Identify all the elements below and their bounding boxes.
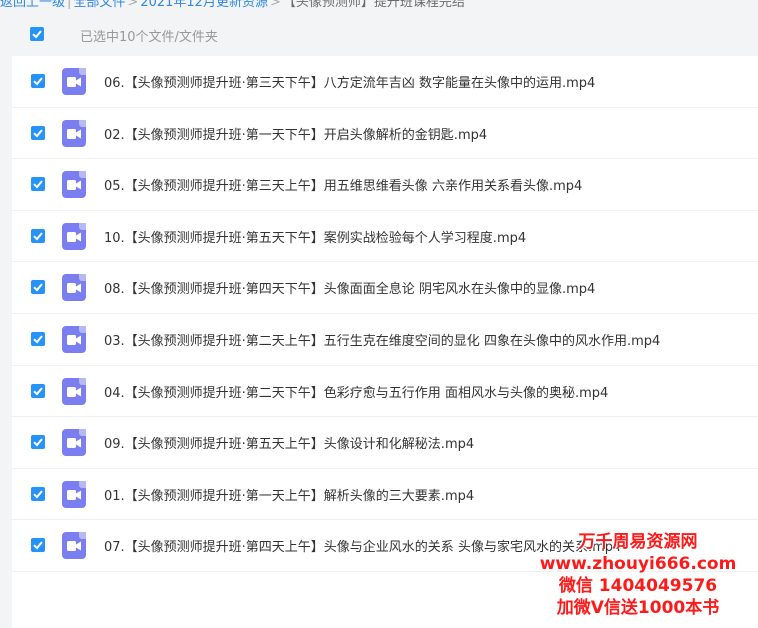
checkmark-icon	[33, 386, 43, 396]
checkmark-icon	[33, 283, 43, 292]
video-file-icon	[62, 429, 86, 457]
file-row[interactable]: 04.【头像预测师提升班·第二天下午】色彩疗愈与五行作用 面相风水与头像的奥秘.…	[12, 366, 758, 418]
video-file-icon	[62, 480, 86, 508]
file-name[interactable]: 03.【头像预测师提升班·第二天上午】五行生克在维度空间的显化 四象在头像中的风…	[104, 330, 660, 349]
checkmark-icon	[33, 490, 43, 499]
file-checkbox[interactable]	[31, 125, 45, 140]
file-checkbox[interactable]	[31, 383, 45, 398]
video-file-icon	[62, 68, 86, 95]
video-file-icon	[62, 171, 86, 199]
checkmark-icon	[33, 77, 43, 86]
checkmark-icon	[33, 438, 43, 447]
select-all-checkbox[interactable]	[30, 27, 44, 41]
watermark-line-4: 加微V信送1000本书	[556, 598, 720, 618]
video-file-icon	[62, 325, 86, 353]
video-file-icon	[62, 222, 86, 250]
file-name[interactable]: 09.【头像预测师提升班·第五天上午】头像设计和化解秘法.mp4	[104, 433, 474, 452]
video-file-icon	[62, 532, 86, 560]
breadcrumb-folder-link[interactable]: 2021年12月更新资源	[140, 0, 268, 9]
file-name[interactable]: 02.【头像预测师提升班·第一天下午】开启头像解析的金钥匙.mp4	[104, 124, 487, 143]
watermark-line-3: 微信 1404049576	[558, 576, 718, 596]
file-row[interactable]: 01.【头像预测师提升班·第一天上午】解析头像的三大要素.mp4	[12, 469, 758, 521]
file-checkbox[interactable]	[31, 435, 45, 450]
file-checkbox[interactable]	[31, 228, 45, 243]
checkmark-icon	[33, 128, 43, 138]
video-file-icon	[62, 274, 86, 302]
video-file-icon	[62, 377, 86, 405]
watermark: 万千周易资源网 www.zhouyi666.com 微信 1404049576 …	[528, 531, 748, 619]
breadcrumb-separator: >	[127, 0, 139, 9]
breadcrumb-back-link[interactable]: 返回上一级	[0, 0, 65, 9]
file-name[interactable]: 05.【头像预测师提升班·第三天上午】用五维思维看头像 六亲作用关系看头像.mp…	[104, 175, 582, 194]
file-row[interactable]: 05.【头像预测师提升班·第三天上午】用五维思维看头像 六亲作用关系看头像.mp…	[12, 159, 758, 211]
file-checkbox[interactable]	[31, 486, 45, 501]
file-checkbox[interactable]	[31, 538, 45, 553]
watermark-line-2: www.zhouyi666.com	[539, 554, 737, 574]
file-row[interactable]: 06.【头像预测师提升班·第三天下午】八方定流年吉凶 数字能量在头像中的运用.m…	[12, 56, 758, 108]
file-name[interactable]: 10.【头像预测师提升班·第五天下午】案例实战检验每个人学习程度.mp4	[104, 227, 526, 246]
file-name[interactable]: 01.【头像预测师提升班·第一天上午】解析头像的三大要素.mp4	[104, 485, 474, 504]
file-row[interactable]: 09.【头像预测师提升班·第五天上午】头像设计和化解秘法.mp4	[12, 417, 758, 469]
file-row[interactable]: 03.【头像预测师提升班·第二天上午】五行生克在维度空间的显化 四象在头像中的风…	[12, 314, 758, 366]
file-row[interactable]: 08.【头像预测师提升班·第四天下午】头像面面全息论 阴宅风水在头像中的显像.m…	[12, 262, 758, 314]
breadcrumb-current: 【头像预测师】提升班课程完结	[282, 0, 465, 9]
file-checkbox[interactable]	[31, 74, 45, 88]
breadcrumb: 返回上一级 | 全部文件 >2021年12月更新资源 > 【头像预测师】提升班课程完结	[0, 0, 758, 9]
selection-bar: 已选中10个文件/文件夹	[0, 12, 758, 56]
file-row[interactable]: 02.【头像预测师提升班·第一天下午】开启头像解析的金钥匙.mp4	[12, 108, 758, 160]
breadcrumb-separator: |	[67, 0, 72, 9]
file-list: 06.【头像预测师提升班·第三天下午】八方定流年吉凶 数字能量在头像中的运用.m…	[12, 56, 758, 572]
file-name[interactable]: 08.【头像预测师提升班·第四天下午】头像面面全息论 阴宅风水在头像中的显像.m…	[104, 278, 595, 297]
checkmark-icon	[33, 232, 43, 241]
file-name[interactable]: 06.【头像预测师提升班·第三天下午】八方定流年吉凶 数字能量在头像中的运用.m…	[104, 72, 595, 91]
file-row[interactable]: 10.【头像预测师提升班·第五天下午】案例实战检验每个人学习程度.mp4	[12, 211, 758, 263]
file-checkbox[interactable]	[31, 280, 45, 295]
file-checkbox[interactable]	[31, 177, 45, 192]
file-name[interactable]: 04.【头像预测师提升班·第二天下午】色彩疗愈与五行作用 面相风水与头像的奥秘.…	[104, 382, 608, 401]
watermark-line-1: 万千周易资源网	[578, 532, 698, 552]
selection-count: 已选中10个文件/文件夹	[80, 30, 218, 45]
checkmark-icon	[33, 335, 43, 344]
checkmark-icon	[33, 180, 43, 189]
file-checkbox[interactable]	[31, 331, 45, 346]
breadcrumb-root-link[interactable]: 全部文件	[73, 0, 125, 9]
checkmark-icon	[33, 541, 43, 550]
breadcrumb-separator: >	[269, 0, 281, 9]
checkmark-icon	[32, 30, 42, 39]
video-file-icon	[62, 119, 86, 147]
